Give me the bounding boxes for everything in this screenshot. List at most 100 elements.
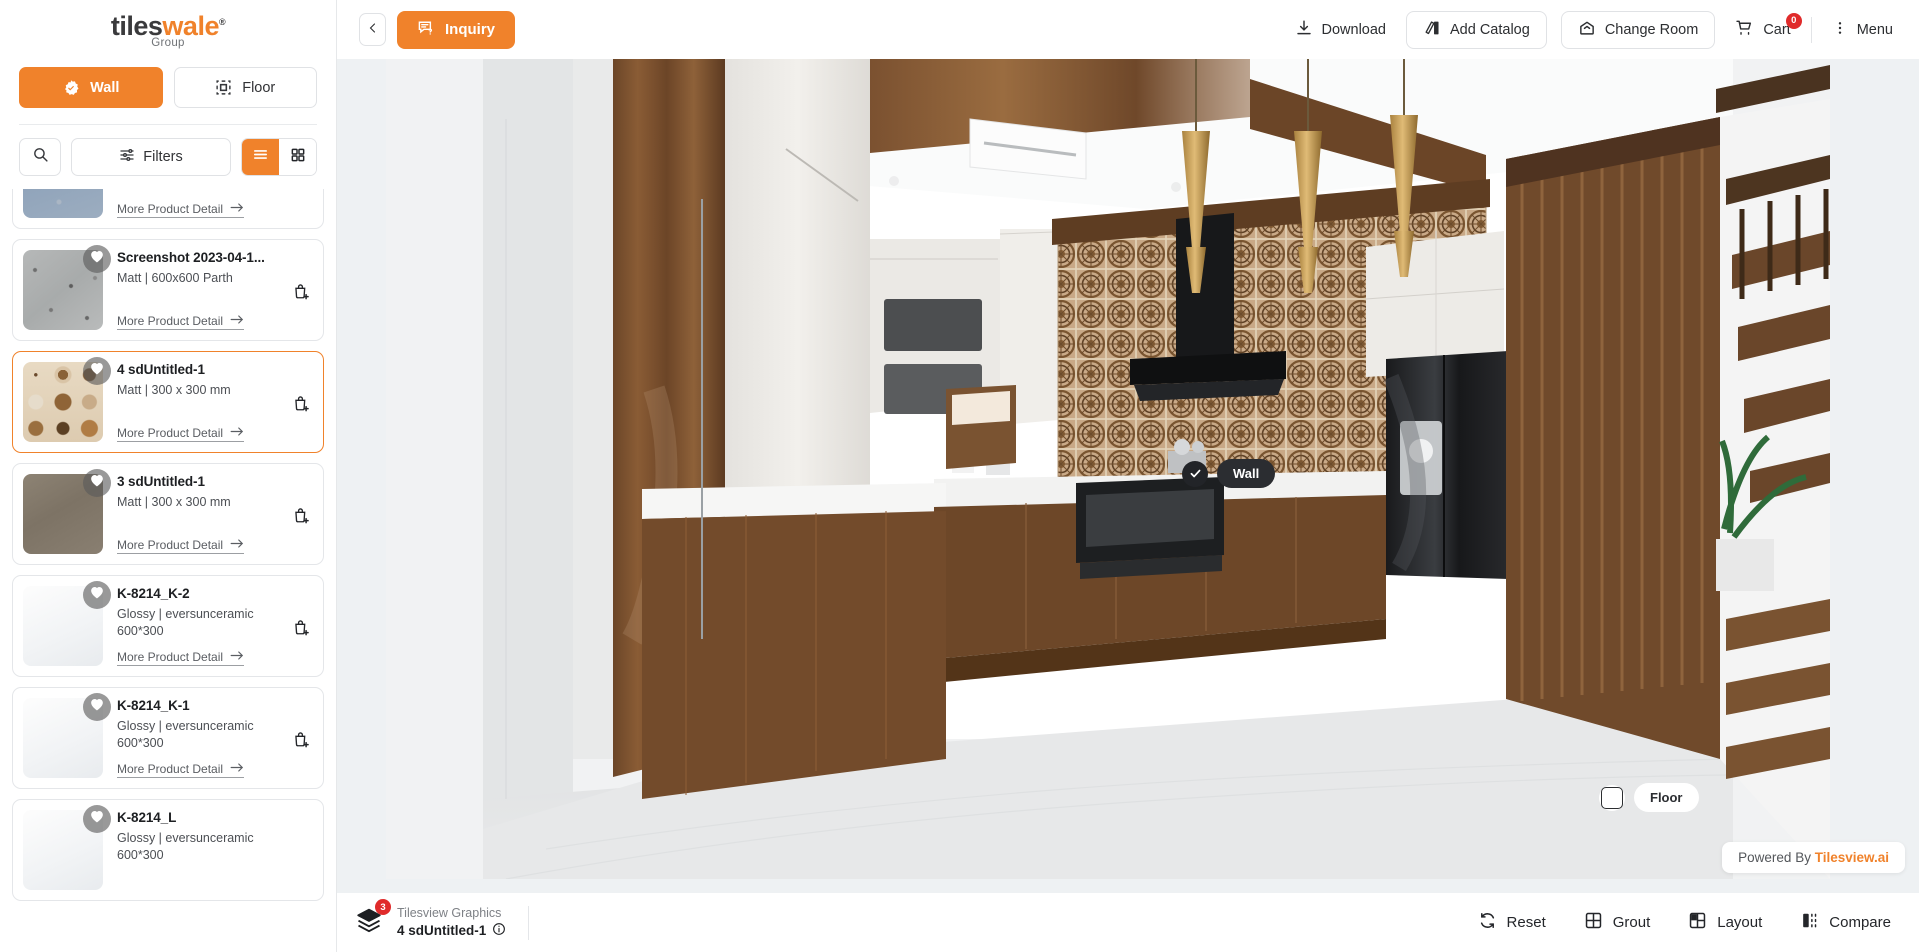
floor-grid-icon <box>215 79 232 96</box>
search-icon <box>32 146 49 168</box>
surface-tab-wall[interactable]: Wall <box>19 67 163 108</box>
surface-tab-wall-label: Wall <box>90 79 120 96</box>
product-subtitle: Glossy | eversunceramic 600*300 <box>117 718 254 750</box>
layout-button[interactable]: Layout <box>1688 911 1762 934</box>
more-product-detail-link[interactable]: More Product Detail <box>117 762 245 778</box>
check-badge-icon <box>62 79 80 97</box>
product-title: K-8214_K-1 <box>117 698 190 713</box>
product-thumbnail-wrap <box>23 469 111 554</box>
product-thumbnail-wrap <box>23 189 103 218</box>
more-product-detail-link[interactable]: More Product Detail <box>117 314 245 330</box>
more-product-detail-link[interactable]: More Product Detail <box>117 538 245 554</box>
add-catalog-button[interactable]: Add Catalog <box>1406 10 1547 49</box>
logo-registered-mark: ® <box>218 16 226 27</box>
grout-label: Grout <box>1612 914 1651 931</box>
list-item[interactable]: More Product Detail <box>12 189 324 229</box>
product-thumbnail-wrap <box>23 693 111 778</box>
list-item[interactable]: K-8214_L Glossy | eversunceramic 600*300 <box>12 799 324 901</box>
cart-count-badge: 0 <box>1785 12 1802 29</box>
more-product-detail-link[interactable]: More Product Detail <box>117 426 245 442</box>
product-list[interactable]: More Product Detail Screenshot 2023-04-1… <box>0 189 336 952</box>
toolbar-actions: Download Add Catalog Change Room Cart 0 … <box>1289 10 1900 49</box>
view-mode-toggle <box>241 138 317 176</box>
reset-button[interactable]: Reset <box>1478 911 1546 934</box>
list-item[interactable]: 4 sdUntitled-1 Matt | 300 x 300 mm More … <box>12 351 324 453</box>
bottom-toolbar: 3 Tilesview Graphics 4 sdUntitled-1 Rese… <box>337 893 1919 952</box>
brand-logo[interactable]: tileswale® Group <box>0 0 336 62</box>
floor-chip-label[interactable]: Floor <box>1634 783 1699 812</box>
floor-chip-checkbox[interactable] <box>1599 784 1625 811</box>
download-button[interactable]: Download <box>1289 11 1393 49</box>
wall-chip-label[interactable]: Wall <box>1217 459 1276 488</box>
add-to-cart-button[interactable] <box>292 506 311 530</box>
visualizer-stage[interactable]: Wall Floor Powered By Tilesview.ai <box>337 59 1919 893</box>
list-view-button[interactable] <box>242 139 279 175</box>
download-label: Download <box>1321 21 1387 38</box>
layers-indicator[interactable]: 3 <box>355 899 391 939</box>
reset-icon <box>1478 911 1497 934</box>
more-product-detail-label: More Product Detail <box>117 538 224 552</box>
change-room-button[interactable]: Change Room <box>1560 10 1716 49</box>
chevron-left-icon <box>367 21 379 39</box>
cart-button[interactable]: Cart 0 <box>1729 11 1802 49</box>
product-thumbnail-wrap <box>23 245 111 330</box>
more-product-detail-label: More Product Detail <box>117 202 224 216</box>
list-item[interactable]: Screenshot 2023-04-1... Matt | 600x600 P… <box>12 239 324 341</box>
product-title: Screenshot 2023-04-1... <box>117 250 265 265</box>
grout-button[interactable]: Grout <box>1584 911 1651 934</box>
list-view-icon <box>252 146 269 168</box>
product-thumbnail <box>23 189 103 218</box>
heart-icon <box>90 362 104 380</box>
grid-view-button[interactable] <box>279 139 316 175</box>
bottom-separator <box>528 905 530 940</box>
add-to-cart-button[interactable] <box>292 282 311 306</box>
chat-question-icon <box>417 19 435 41</box>
catalog-icon <box>1423 19 1441 41</box>
heart-icon <box>90 474 104 492</box>
product-subtitle: Matt | 300 x 300 mm <box>117 382 231 397</box>
room-render-image[interactable] <box>386 59 1830 879</box>
info-icon[interactable] <box>492 922 506 939</box>
product-subtitle: Glossy | eversunceramic 600*300 <box>117 830 254 862</box>
more-product-detail-link[interactable]: More Product Detail <box>117 202 245 218</box>
wall-surface-chip[interactable]: Wall <box>1182 459 1276 488</box>
menu-button[interactable]: Menu <box>1826 11 1899 49</box>
filters-button[interactable]: Filters <box>71 138 231 176</box>
surface-tab-floor[interactable]: Floor <box>173 67 317 108</box>
powered-by-brand: Tilesview.ai <box>1814 850 1889 865</box>
add-catalog-label: Add Catalog <box>1450 21 1530 38</box>
sidebar: tileswale® Group Wall Floor Filters More… <box>0 0 337 952</box>
product-title: K-8214_L <box>117 810 177 825</box>
add-to-cart-button[interactable] <box>292 394 311 418</box>
inquiry-label: Inquiry <box>445 21 496 38</box>
list-item[interactable]: K-8214_K-2 Glossy | eversunceramic 600*3… <box>12 575 324 677</box>
list-item[interactable]: 3 sdUntitled-1 Matt | 300 x 300 mm More … <box>12 463 324 565</box>
bottom-actions: Reset Grout Layout Compare <box>1478 911 1891 934</box>
arrow-right-icon <box>230 538 244 552</box>
more-product-detail-link[interactable]: More Product Detail <box>117 650 245 666</box>
unchecked-box-icon <box>1601 786 1623 809</box>
top-toolbar: Inquiry Download Add Catalog Change Room… <box>337 0 1919 59</box>
powered-by-prefix: Powered By <box>1738 850 1815 865</box>
floor-surface-chip[interactable]: Floor <box>1599 783 1699 812</box>
wall-chip-checkbox[interactable] <box>1182 460 1208 487</box>
surface-toggle-group: Wall Floor <box>0 62 336 108</box>
inquiry-button[interactable]: Inquiry <box>397 10 516 49</box>
search-button[interactable] <box>19 138 61 176</box>
filters-label: Filters <box>143 149 183 165</box>
product-title: 3 sdUntitled-1 <box>117 474 205 489</box>
back-button[interactable] <box>359 13 386 46</box>
arrow-right-icon <box>230 202 244 216</box>
product-subtitle: Matt | 300 x 300 mm <box>117 494 231 509</box>
selected-tile-name: 4 sdUntitled-1 <box>397 923 487 938</box>
product-thumbnail-wrap <box>23 805 111 890</box>
home-icon <box>1578 19 1596 41</box>
product-thumbnail-wrap <box>23 357 111 442</box>
list-item[interactable]: K-8214_K-1 Glossy | eversunceramic 600*3… <box>12 687 324 789</box>
cart-icon <box>1735 18 1754 41</box>
add-to-cart-button[interactable] <box>292 730 311 754</box>
more-product-detail-label: More Product Detail <box>117 762 224 776</box>
add-to-cart-button[interactable] <box>292 618 311 642</box>
compare-button[interactable]: Compare <box>1800 911 1891 934</box>
more-product-detail-label: More Product Detail <box>117 426 224 440</box>
